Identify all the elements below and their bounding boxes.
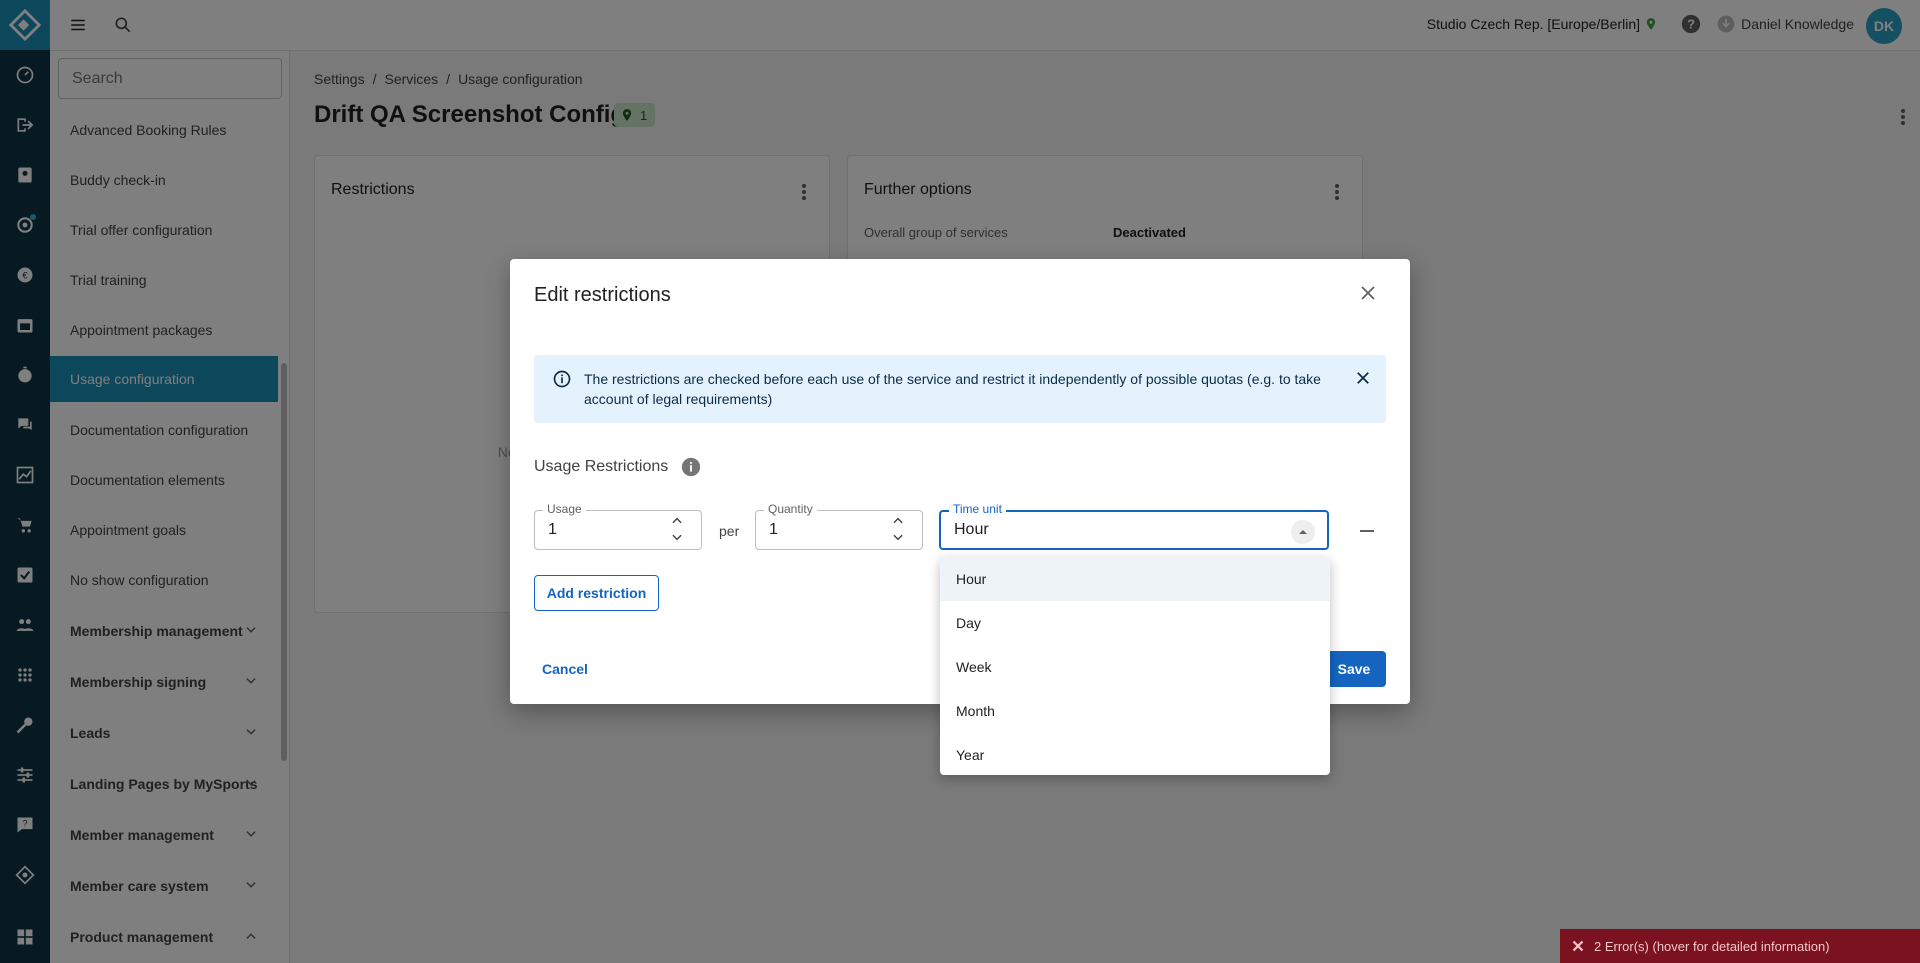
- error-x-icon: [1572, 940, 1584, 952]
- error-toast[interactable]: 2 Error(s) (hover for detailed informati…: [1560, 929, 1920, 963]
- dropdown-arrow-icon[interactable]: [1291, 520, 1315, 544]
- time-unit-value[interactable]: Hour: [954, 521, 989, 539]
- chevron-up-icon[interactable]: [890, 514, 906, 528]
- alert-text: The restrictions are checked before each…: [584, 371, 1321, 407]
- chevron-down-icon[interactable]: [669, 530, 685, 544]
- per-label: per: [719, 523, 740, 539]
- save-button[interactable]: Save: [1322, 651, 1386, 687]
- add-restriction-button[interactable]: Add restriction: [534, 575, 659, 611]
- usage-label: Usage: [543, 502, 586, 516]
- info-icon: [552, 369, 572, 394]
- quantity-label: Quantity: [764, 502, 817, 516]
- time-unit-select[interactable]: Time unit Hour: [939, 502, 1329, 550]
- usage-stepper[interactable]: [669, 514, 685, 544]
- option-hour[interactable]: Hour: [940, 557, 1330, 601]
- error-text: 2 Error(s) (hover for detailed informati…: [1594, 938, 1830, 954]
- cancel-button[interactable]: Cancel: [534, 651, 596, 687]
- info-icon[interactable]: [680, 456, 702, 483]
- time-unit-dropdown: Hour Day Week Month Year: [940, 557, 1330, 775]
- info-alert: The restrictions are checked before each…: [534, 355, 1386, 423]
- quantity-field[interactable]: Quantity 1: [755, 502, 923, 550]
- dialog-title: Edit restrictions: [534, 284, 671, 306]
- section-title: Usage Restrictions: [534, 458, 669, 475]
- chevron-down-icon[interactable]: [890, 530, 906, 544]
- option-day[interactable]: Day: [940, 601, 1330, 645]
- time-unit-label: Time unit: [949, 502, 1006, 516]
- option-month[interactable]: Month: [940, 689, 1330, 733]
- usage-field[interactable]: Usage 1: [534, 502, 702, 550]
- quantity-value[interactable]: 1: [769, 521, 778, 539]
- chevron-up-icon[interactable]: [669, 514, 685, 528]
- option-week[interactable]: Week: [940, 645, 1330, 689]
- quantity-stepper[interactable]: [890, 514, 906, 544]
- option-year[interactable]: Year: [940, 733, 1330, 777]
- usage-value[interactable]: 1: [548, 521, 557, 539]
- close-icon[interactable]: [1360, 285, 1376, 306]
- alert-close-icon[interactable]: [1356, 371, 1370, 390]
- remove-restriction-icon[interactable]: [1360, 530, 1374, 532]
